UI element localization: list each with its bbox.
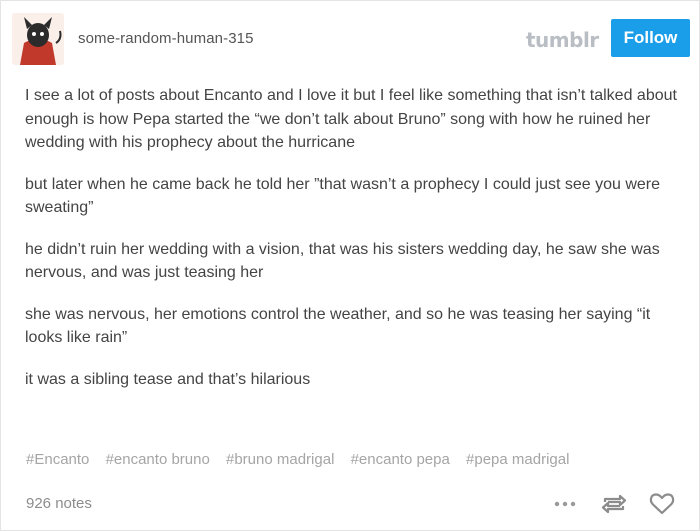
tumblr-logo: tumblr (526, 28, 599, 52)
tag-list: #Encanto #encanto bruno #bruno madrigal … (26, 451, 581, 468)
post-header: some-random-human-315 tumblr Follow (11, 13, 691, 65)
post-paragraph: it was a sibling tease and that’s hilari… (25, 370, 311, 388)
post-paragraph: I see a lot of posts about Encanto and I… (25, 87, 677, 151)
tag-link[interactable]: #encanto pepa (351, 451, 450, 468)
username[interactable]: some-random-human-315 (78, 30, 254, 47)
tag-link[interactable]: #encanto bruno (106, 451, 210, 468)
notes-count[interactable]: 926 notes (26, 495, 92, 512)
post-body: I see a lot of posts about Encanto and I… (25, 84, 685, 409)
post-footer: 926 notes (26, 490, 681, 520)
tag-link[interactable]: #pepa madrigal (466, 451, 569, 468)
tumblr-post: some-random-human-315 tumblr Follow I se… (0, 0, 700, 531)
tag-link[interactable]: #Encanto (26, 451, 89, 468)
ellipsis-icon[interactable] (551, 490, 579, 518)
post-paragraph: but later when he came back he told her … (25, 175, 661, 217)
post-paragraph: she was nervous, her emotions control th… (25, 305, 651, 347)
tag-link[interactable]: #bruno madrigal (226, 451, 334, 468)
heart-icon[interactable] (648, 490, 676, 518)
post-paragraph: he didn’t ruin her wedding with a vision… (25, 240, 660, 282)
reblog-icon[interactable] (600, 490, 628, 518)
follow-button[interactable]: Follow (611, 19, 690, 57)
avatar[interactable] (12, 13, 64, 65)
